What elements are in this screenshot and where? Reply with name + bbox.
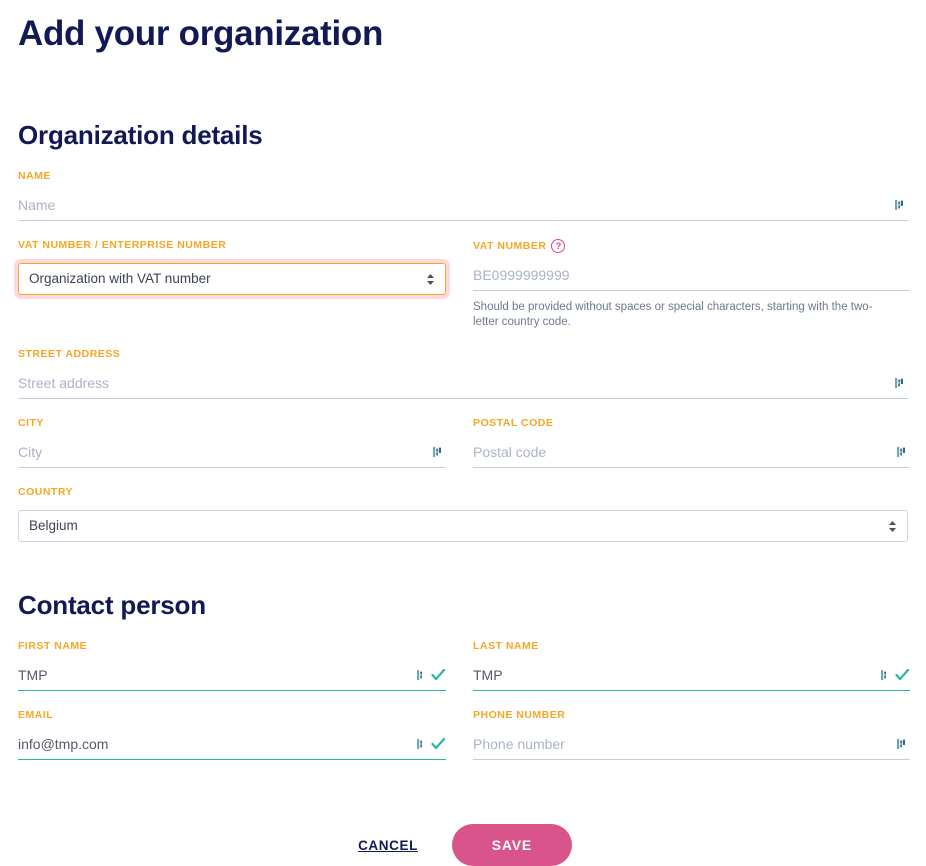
autofill-indicator-street-address	[894, 376, 908, 394]
form-row-names: FIRST NAME LAST NAME	[18, 622, 910, 691]
label-country: COUNTRY	[18, 486, 74, 498]
field-first-name: FIRST NAME	[18, 622, 473, 691]
postal-code-input-wrap[interactable]	[473, 441, 910, 468]
field-email: EMAIL	[18, 691, 473, 760]
autofill-indicator-last-name	[880, 668, 910, 686]
vat-number-input-wrap[interactable]	[473, 264, 910, 291]
vat-number-input[interactable]	[473, 264, 910, 290]
bars-icon	[895, 378, 903, 388]
section-title-organization-details: Organization details	[18, 120, 263, 150]
phone-number-input-wrap[interactable]	[473, 733, 910, 760]
valid-check-icon	[431, 668, 446, 681]
field-city: CITY	[18, 399, 473, 468]
label-city: CITY	[18, 417, 44, 429]
autofill-indicator-email	[416, 737, 446, 755]
valid-check-icon	[895, 668, 910, 681]
autofill-indicator-name	[894, 198, 908, 216]
chevron-updown-icon	[427, 273, 434, 285]
field-last-name: LAST NAME	[473, 622, 926, 691]
add-organization-page: Add your organization Organization detai…	[0, 0, 926, 866]
field-phone-number: PHONE NUMBER	[473, 691, 926, 760]
chevron-updown-icon	[889, 520, 896, 532]
label-phone-number: PHONE NUMBER	[473, 709, 566, 721]
bars-icon	[895, 200, 903, 210]
label-name: NAME	[18, 170, 51, 182]
first-name-input[interactable]	[18, 664, 416, 690]
phone-number-input[interactable]	[473, 733, 896, 759]
field-vat-type: VAT NUMBER / ENTERPRISE NUMBER Organizat…	[18, 221, 473, 330]
street-address-input[interactable]	[18, 372, 894, 398]
autofill-indicator-postal-code	[896, 445, 910, 463]
label-row-vat-number: VAT NUMBER ?	[473, 239, 910, 253]
vat-type-select-wrap[interactable]: Organization with VAT number	[18, 263, 446, 295]
last-name-input[interactable]	[473, 664, 880, 690]
help-question-icon[interactable]: ?	[551, 239, 566, 253]
name-input-wrap[interactable]	[18, 194, 908, 221]
form-row-name: NAME	[18, 152, 908, 221]
form-row-city-postal: CITY POSTAL CODE	[18, 399, 910, 468]
bars-icon	[433, 447, 441, 457]
field-vat-number: VAT NUMBER ? Should be provided without …	[473, 221, 926, 330]
save-button[interactable]: SAVE	[451, 824, 572, 866]
autofill-indicator-city	[432, 445, 446, 463]
form-row-country: COUNTRY Belgium	[18, 468, 908, 542]
label-first-name: FIRST NAME	[18, 640, 88, 652]
field-street-address: STREET ADDRESS	[18, 330, 908, 399]
bars-icon	[417, 670, 422, 680]
label-last-name: LAST NAME	[473, 640, 539, 652]
section-title-contact-person: Contact person	[18, 590, 206, 620]
form-actions: CANCEL SAVE	[18, 760, 908, 866]
field-country: COUNTRY Belgium	[18, 468, 908, 542]
page-title: Add your organization	[18, 14, 384, 53]
last-name-input-wrap[interactable]	[473, 664, 910, 691]
form-row-vat: VAT NUMBER / ENTERPRISE NUMBER Organizat…	[18, 221, 910, 330]
street-address-input-wrap[interactable]	[18, 372, 908, 399]
bars-icon	[417, 739, 422, 749]
country-select[interactable]: Belgium	[29, 511, 888, 541]
valid-check-icon	[431, 737, 446, 750]
bars-icon	[881, 670, 886, 680]
form-row-email-phone: EMAIL PHONE NUMBER	[18, 691, 910, 760]
email-input-wrap[interactable]	[18, 733, 446, 760]
label-vat-number: VAT NUMBER	[473, 239, 547, 252]
autofill-indicator-first-name	[416, 668, 446, 686]
country-select-wrap[interactable]: Belgium	[18, 510, 908, 542]
autofill-indicator-phone-number	[896, 737, 910, 755]
field-postal-code: POSTAL CODE	[473, 399, 926, 468]
city-input-wrap[interactable]	[18, 441, 446, 468]
select-stepper-arrows-icon	[426, 273, 435, 286]
name-input[interactable]	[18, 194, 894, 220]
postal-code-input[interactable]	[473, 441, 896, 467]
label-email: EMAIL	[18, 709, 54, 721]
form-row-street-address: STREET ADDRESS	[18, 330, 908, 399]
cancel-button[interactable]: CANCEL	[354, 832, 422, 859]
bars-icon	[897, 447, 905, 457]
email-input[interactable]	[18, 733, 416, 759]
bars-icon	[897, 739, 905, 749]
vat-type-select[interactable]: Organization with VAT number	[29, 264, 426, 294]
label-street-address: STREET ADDRESS	[18, 348, 121, 360]
select-stepper-arrows-icon	[888, 520, 897, 533]
field-name: NAME	[18, 152, 908, 221]
city-input[interactable]	[18, 441, 432, 467]
vat-number-help-text: Should be provided without spaces or spe…	[473, 301, 873, 328]
label-vat-type: VAT NUMBER / ENTERPRISE NUMBER	[18, 239, 227, 251]
first-name-input-wrap[interactable]	[18, 664, 446, 691]
label-postal-code: POSTAL CODE	[473, 417, 554, 429]
